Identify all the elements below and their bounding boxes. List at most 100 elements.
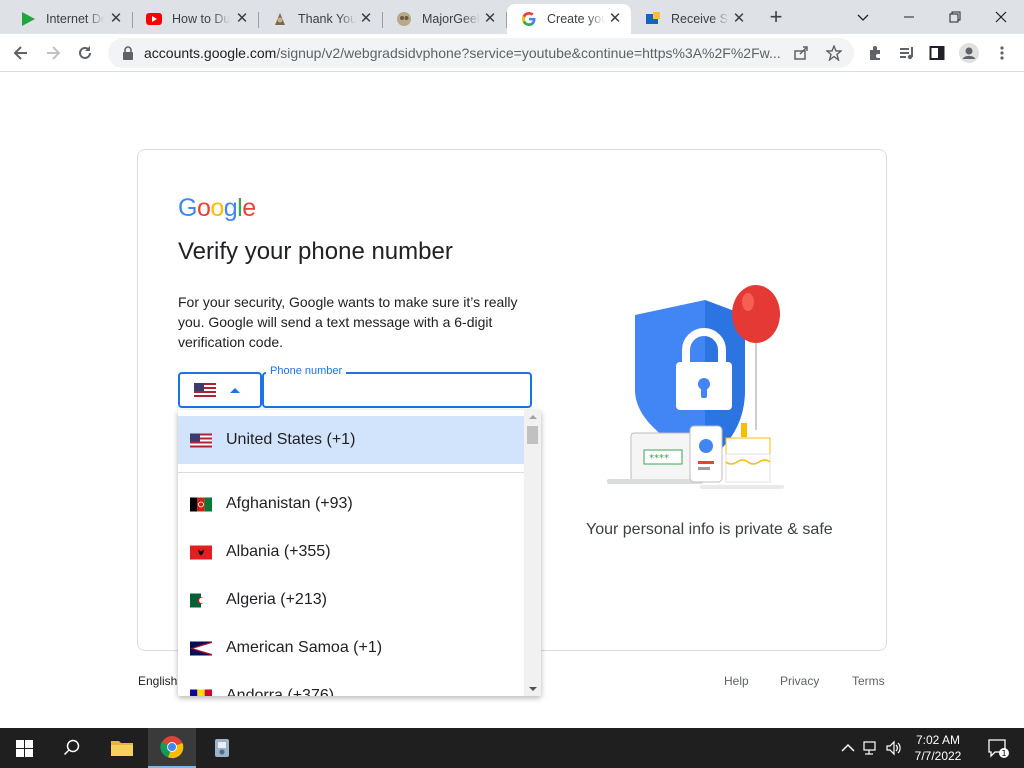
close-icon[interactable]: ✕ xyxy=(108,11,124,27)
google-icon xyxy=(522,12,536,26)
start-button[interactable] xyxy=(0,728,48,768)
windows-taskbar: 7:02 AM 7/7/2022 1 xyxy=(0,728,1024,768)
close-icon[interactable]: ✕ xyxy=(731,11,747,27)
close-icon[interactable]: ✕ xyxy=(234,11,250,27)
tab-strip: Internet Do ✕ How to Dup ✕ Thank You ✕ M… xyxy=(0,0,1024,34)
side-panel-button[interactable] xyxy=(922,38,952,68)
media-control-button[interactable] xyxy=(892,38,922,68)
afghanistan-flag-icon xyxy=(190,497,212,511)
security-shield-illustration: **** xyxy=(607,285,784,489)
help-link[interactable]: Help xyxy=(724,674,749,688)
country-option-united-states[interactable]: United States (+1) xyxy=(178,416,524,464)
close-window-button[interactable] xyxy=(978,2,1024,32)
volume-icon[interactable] xyxy=(886,740,902,756)
logo-letter: e xyxy=(242,194,256,222)
profile-avatar-icon xyxy=(959,43,979,63)
country-option-label: United States (+1) xyxy=(226,431,356,448)
tab-create-account[interactable]: Create your ✕ xyxy=(507,4,631,34)
notification-count: 1 xyxy=(1001,749,1006,758)
bookmark-star-icon[interactable] xyxy=(826,45,842,61)
tab-title: Internet Do xyxy=(46,12,104,26)
country-option-algeria[interactable]: Algeria (+213) xyxy=(178,576,524,624)
phone-number-field[interactable] xyxy=(262,372,532,408)
minimize-button[interactable] xyxy=(886,2,932,32)
extensions-button[interactable] xyxy=(860,38,890,68)
country-option-albania[interactable]: Albania (+355) xyxy=(178,528,524,576)
thank-you-icon xyxy=(275,13,285,25)
close-icon[interactable]: ✕ xyxy=(358,11,374,27)
country-dropdown-list[interactable]: United States (+1) Afghanistan (+93) Alb… xyxy=(178,410,541,696)
country-option-afghanistan[interactable]: Afghanistan (+93) xyxy=(178,480,524,528)
close-icon[interactable]: ✕ xyxy=(482,11,498,27)
restore-button[interactable] xyxy=(932,2,978,32)
forward-button[interactable] xyxy=(38,38,68,68)
phone-number-input[interactable] xyxy=(264,374,530,406)
tab-how-to-dup[interactable]: How to Dup ✕ xyxy=(132,4,259,34)
dropdown-scrollbar[interactable] xyxy=(524,410,541,696)
search-button[interactable] xyxy=(48,728,96,768)
country-option-andorra[interactable]: Andorra (+376) xyxy=(178,672,524,696)
scroll-thumb[interactable] xyxy=(527,426,538,444)
url-path: /signup/v2/webgradsidvphone?service=yout… xyxy=(276,45,781,61)
folder-icon xyxy=(111,741,133,756)
puzzle-icon xyxy=(870,46,880,60)
url-text[interactable]: accounts.google.com/signup/v2/webgradsid… xyxy=(144,45,784,61)
country-option-american-samoa[interactable]: American Samoa (+1) xyxy=(178,624,524,672)
app-taskbar-button[interactable] xyxy=(198,728,246,768)
tab-majorgeeks[interactable]: MajorGeek ✕ xyxy=(382,4,507,34)
close-icon xyxy=(995,11,1007,23)
side-panel-icon xyxy=(929,46,945,60)
url-host: accounts.google.com xyxy=(144,45,277,61)
close-icon[interactable]: ✕ xyxy=(607,11,623,27)
scroll-down-arrow-icon[interactable] xyxy=(529,687,537,691)
american-samoa-flag-icon xyxy=(190,641,212,655)
chrome-menu-button[interactable] xyxy=(987,38,1017,68)
google-logo: Google xyxy=(178,194,256,223)
logo-letter: o xyxy=(196,194,211,222)
clock-time: 7:02 AM xyxy=(915,733,961,747)
lock-icon[interactable] xyxy=(120,45,136,61)
logo-letter: g xyxy=(223,194,238,222)
tab-receive-sms[interactable]: Receive SM ✕ xyxy=(631,4,755,34)
network-icon[interactable] xyxy=(863,740,879,756)
action-center-button[interactable]: 1 xyxy=(978,728,1018,768)
profile-button[interactable] xyxy=(954,38,984,68)
back-arrow-icon xyxy=(13,46,27,60)
tab-title: Create your xyxy=(547,12,605,26)
back-button[interactable] xyxy=(6,38,36,68)
tab-thank-you[interactable]: Thank You ✕ xyxy=(258,4,383,34)
address-bar[interactable]: accounts.google.com/signup/v2/webgradsid… xyxy=(108,38,854,68)
chrome-icon xyxy=(160,736,184,759)
installer-app-icon xyxy=(215,739,229,757)
media-queue-icon xyxy=(900,47,913,60)
youtube-icon xyxy=(146,13,162,25)
tab-title: Thank You xyxy=(298,12,356,26)
privacy-link[interactable]: Privacy xyxy=(780,674,819,688)
play-icon xyxy=(22,12,35,26)
browser-toolbar: accounts.google.com/signup/v2/webgradsid… xyxy=(0,34,1024,72)
share-icon[interactable] xyxy=(793,45,809,61)
andorra-flag-icon xyxy=(190,689,212,696)
country-code-select[interactable] xyxy=(178,372,262,408)
system-clock[interactable]: 7:02 AM 7/7/2022 xyxy=(906,732,970,764)
privacy-message: Your personal info is private & safe xyxy=(586,521,833,538)
scroll-up-arrow-icon[interactable] xyxy=(529,415,537,419)
file-explorer-button[interactable] xyxy=(98,728,146,768)
tab-search-button[interactable] xyxy=(840,2,886,32)
kebab-menu-icon xyxy=(1000,46,1004,60)
tab-internet-download[interactable]: Internet Do ✕ xyxy=(6,4,133,34)
language-selector[interactable]: English xyxy=(138,674,177,688)
terms-link[interactable]: Terms xyxy=(852,674,885,688)
chevron-up-icon[interactable] xyxy=(840,740,856,756)
notification-icon: 1 xyxy=(988,739,1009,758)
caret-up-icon xyxy=(230,387,240,393)
chrome-taskbar-button[interactable] xyxy=(148,728,196,768)
chevron-down-icon xyxy=(857,14,869,21)
reload-icon xyxy=(79,46,91,59)
reload-button[interactable] xyxy=(70,38,100,68)
country-option-label: Andorra (+376) xyxy=(226,687,335,696)
new-tab-button[interactable]: + xyxy=(764,6,788,30)
country-option-label: Afghanistan (+93) xyxy=(226,495,353,512)
phone-number-label: Phone number xyxy=(266,365,347,377)
albania-flag-icon xyxy=(190,545,212,559)
